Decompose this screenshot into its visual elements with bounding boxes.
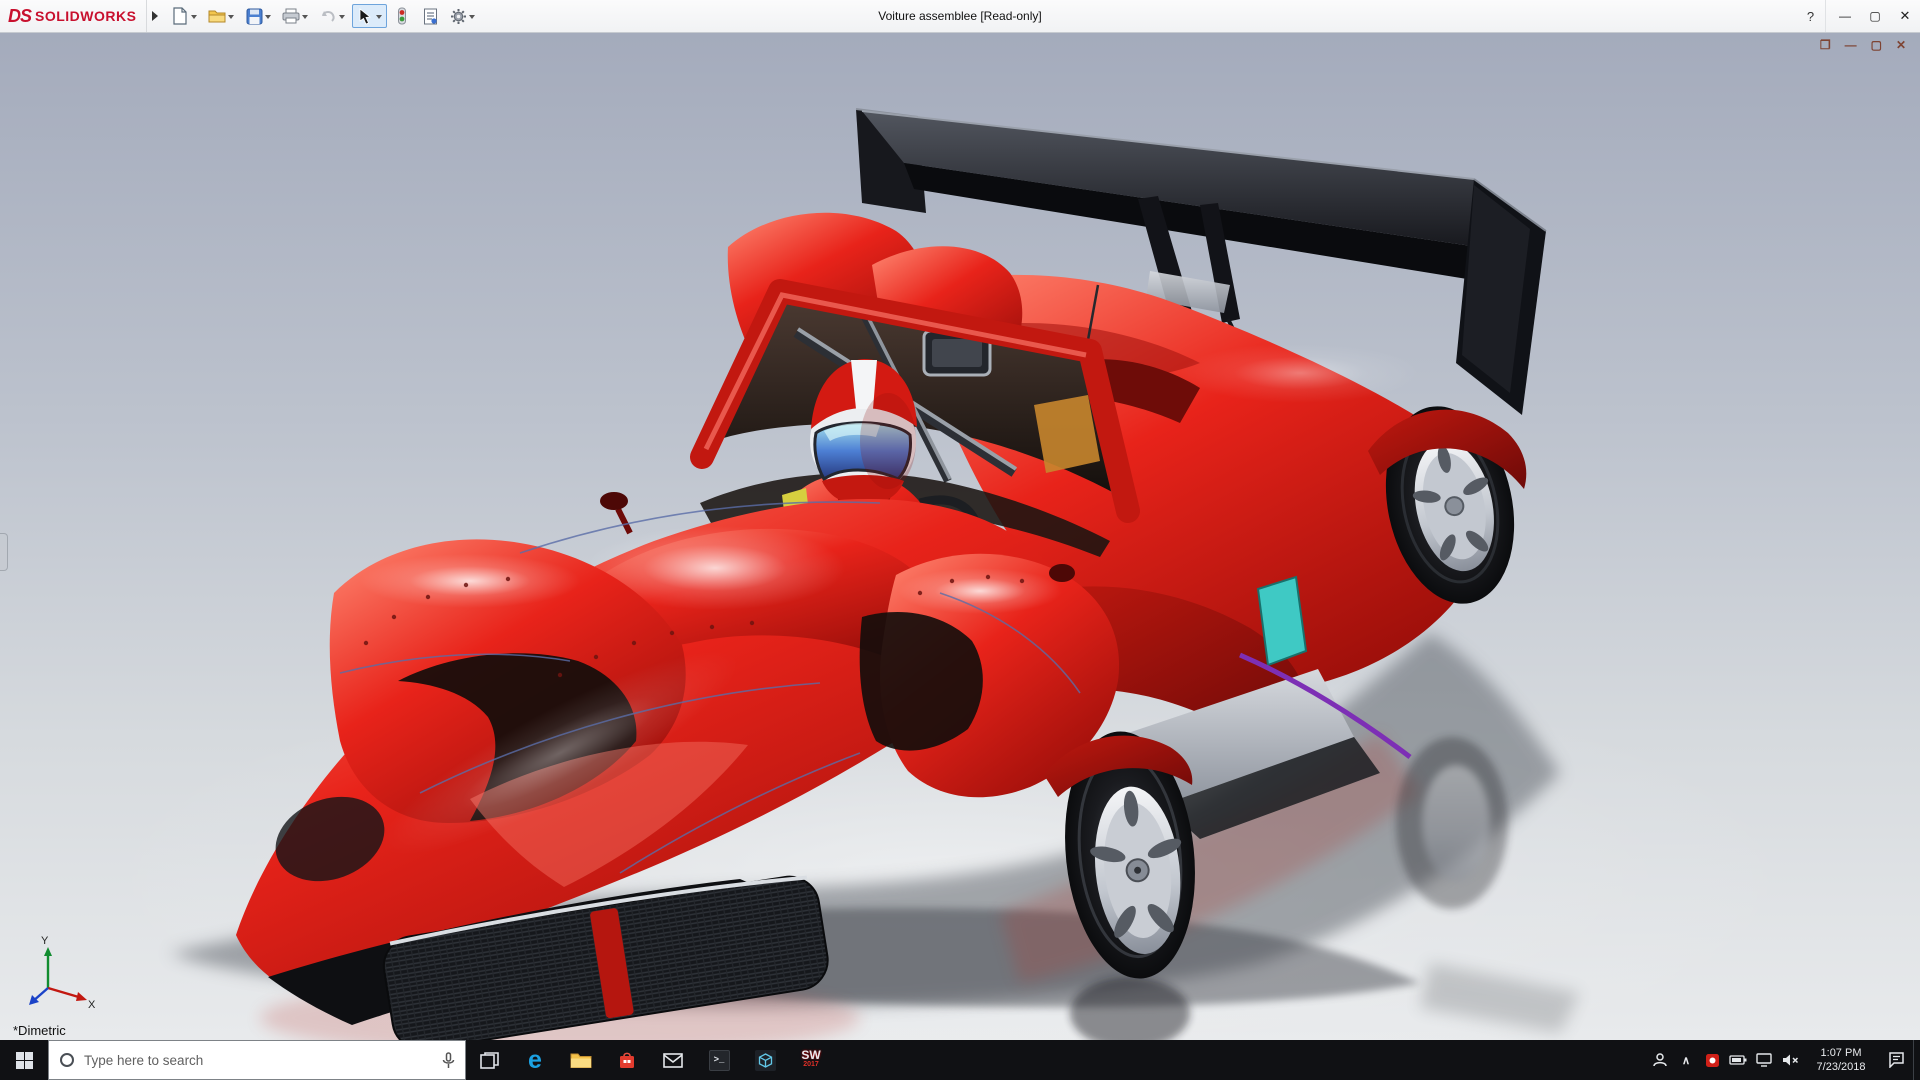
file-explorer-icon [570, 1051, 592, 1069]
system-tray: ∧ [1647, 1040, 1920, 1080]
toolbar-expand-arrow-icon[interactable] [147, 11, 167, 21]
ds-logo-icon: DS [8, 6, 31, 27]
volume-button[interactable] [1777, 1040, 1803, 1080]
minimize-button[interactable]: — [1830, 0, 1860, 32]
dropdown-arrow-icon [191, 15, 197, 19]
save-floppy-icon [244, 6, 264, 26]
dropdown-arrow-icon [469, 15, 475, 19]
new-document-icon [170, 6, 190, 26]
solidworks-logo: DS SOLIDWORKS [0, 0, 147, 32]
help-button[interactable]: ? [1796, 0, 1826, 32]
dropdown-arrow-icon [265, 15, 271, 19]
triad-y-label: Y [41, 935, 49, 947]
undo-button[interactable] [315, 4, 350, 28]
save-button[interactable] [241, 4, 276, 28]
left-mirror [600, 492, 628, 510]
windows-taskbar: e >_ [0, 1040, 1920, 1080]
print-button[interactable] [278, 4, 313, 28]
dropdown-arrow-icon [376, 15, 382, 19]
cortana-icon [59, 1052, 75, 1068]
windows-logo-icon [16, 1052, 33, 1069]
clock-time: 1:07 PM [1821, 1046, 1862, 1060]
chevron-up-icon: ∧ [1682, 1054, 1690, 1067]
maximize-button[interactable]: ▢ [1860, 0, 1890, 32]
viewport-canvas[interactable] [0, 33, 1920, 1040]
file-explorer-button[interactable] [558, 1040, 604, 1080]
edge-icon: e [528, 1048, 542, 1073]
solidworks-wordmark: SOLIDWORKS [35, 8, 136, 24]
command-prompt-icon: >_ [709, 1050, 730, 1071]
command-prompt-button[interactable]: >_ [696, 1040, 742, 1080]
mail-button[interactable] [650, 1040, 696, 1080]
solidworks-tray-button[interactable] [1699, 1040, 1725, 1080]
window-controls: ? — ▢ ✕ [1796, 0, 1920, 32]
clock-date: 7/23/2018 [1817, 1060, 1866, 1074]
rebuild-stoplight-icon [392, 6, 412, 26]
volume-muted-icon [1782, 1053, 1799, 1067]
rebuild-button[interactable] [389, 4, 415, 28]
battery-button[interactable] [1725, 1040, 1751, 1080]
panel-collapse-tab[interactable] [0, 533, 8, 571]
options-gear-icon [448, 6, 468, 26]
right-mirror [1049, 564, 1075, 582]
triad-x-label: X [88, 999, 96, 1011]
taskbar-search[interactable] [48, 1040, 466, 1080]
dropdown-arrow-icon [339, 15, 345, 19]
store-button[interactable] [604, 1040, 650, 1080]
start-button[interactable] [0, 1040, 48, 1080]
close-button[interactable]: ✕ [1890, 0, 1920, 32]
taskbar-apps: e >_ [466, 1040, 834, 1080]
dropdown-arrow-icon [302, 15, 308, 19]
display-icon [1756, 1053, 1772, 1067]
action-center-icon [1888, 1052, 1905, 1068]
taskbar-clock[interactable]: 1:07 PM 7/23/2018 [1803, 1040, 1879, 1080]
document-window-controls: ❐ — ▢ ✕ [1820, 38, 1906, 52]
viewport-3d[interactable]: ❐ — ▢ ✕ Y X *Dimetric [0, 33, 1920, 1040]
view-orientation-label: *Dimetric [13, 1023, 66, 1038]
titlebar: DS SOLIDWORKS [0, 0, 1920, 33]
store-bag-icon [618, 1051, 636, 1070]
doc-restore-icon[interactable]: ❐ [1820, 38, 1831, 52]
solidworks-tray-icon [1705, 1053, 1720, 1068]
print-icon [281, 6, 301, 26]
show-desktop-button[interactable] [1913, 1040, 1920, 1080]
quick-toolbar [167, 4, 480, 28]
file-properties-button[interactable] [417, 4, 443, 28]
search-input[interactable] [84, 1053, 433, 1068]
doc-close-icon[interactable]: ✕ [1896, 38, 1906, 52]
people-icon [1652, 1052, 1668, 1068]
display-button[interactable] [1751, 1040, 1777, 1080]
solidworks-app-button[interactable]: SW 2017 [788, 1040, 834, 1080]
dropdown-arrow-icon [228, 15, 234, 19]
window-title: Voiture assemblee [Read-only] [878, 9, 1041, 23]
3d-viewer-icon [755, 1050, 776, 1071]
doc-minimize-icon[interactable]: — [1845, 38, 1857, 52]
select-tool-button[interactable] [352, 4, 387, 28]
orientation-triad: Y X [18, 934, 102, 1018]
battery-icon [1729, 1055, 1747, 1065]
doc-maximize-icon[interactable]: ▢ [1871, 38, 1882, 52]
undo-icon [318, 6, 338, 26]
open-folder-icon [207, 6, 227, 26]
open-button[interactable] [204, 4, 239, 28]
people-button[interactable] [1647, 1040, 1673, 1080]
mail-icon [663, 1053, 683, 1068]
tray-overflow-button[interactable]: ∧ [1673, 1040, 1699, 1080]
edge-button[interactable]: e [512, 1040, 558, 1080]
screen: DS SOLIDWORKS [0, 0, 1920, 1080]
select-arrow-icon [355, 6, 375, 26]
options-button[interactable] [445, 4, 480, 28]
solidworks-app-icon: SW 2017 [801, 1050, 820, 1070]
file-properties-icon [420, 6, 440, 26]
3d-viewer-button[interactable] [742, 1040, 788, 1080]
microphone-icon[interactable] [442, 1052, 455, 1069]
task-view-icon [480, 1052, 499, 1069]
action-center-button[interactable] [1879, 1040, 1913, 1080]
new-document-button[interactable] [167, 4, 202, 28]
task-view-button[interactable] [466, 1040, 512, 1080]
